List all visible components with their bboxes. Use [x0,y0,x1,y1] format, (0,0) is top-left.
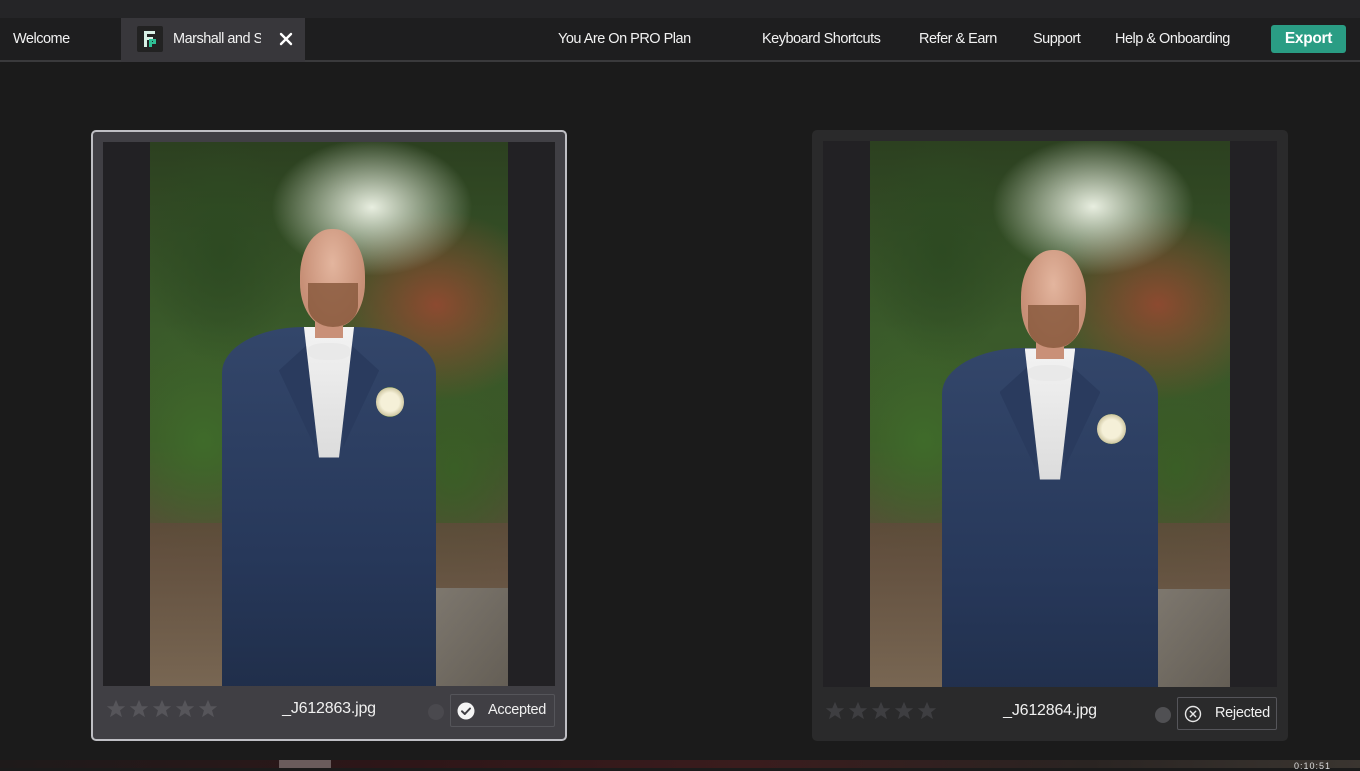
plan-label[interactable]: You Are On PRO Plan [558,18,691,60]
link-help-onboarding[interactable]: Help & Onboarding [1115,18,1230,60]
card-footer: _J612864.jpg Rejected [812,688,1288,741]
timecode: 0:10:51 [1294,761,1332,771]
photo-preview[interactable] [870,141,1230,687]
photo-card-left[interactable]: _J612863.jpg Accepted [91,130,567,741]
filmstrip[interactable] [0,760,1360,768]
window-top-strip [0,0,1360,18]
close-icon[interactable] [275,28,297,50]
image-well [823,141,1277,687]
color-label-dot[interactable] [428,704,444,720]
app-logo-icon [137,26,163,52]
status-label: Rejected [1215,705,1270,721]
x-circle-icon [1184,705,1202,723]
photo-preview[interactable] [150,142,508,686]
link-support[interactable]: Support [1033,18,1081,60]
tab-project-title: Marshall and S [173,31,261,47]
tab-welcome[interactable]: Welcome [13,18,70,60]
link-refer-earn[interactable]: Refer & Earn [919,18,997,60]
export-button[interactable]: Export [1271,25,1346,53]
color-label-dot[interactable] [1155,707,1171,723]
rejected-button[interactable]: Rejected [1177,697,1277,730]
top-navbar: Welcome Marshall and S You Are On PRO Pl… [0,18,1360,62]
photo-card-right[interactable]: _J612864.jpg Rejected [812,130,1288,741]
image-well [103,142,555,686]
tab-project[interactable]: Marshall and S [121,18,305,62]
check-circle-icon [457,702,475,720]
filmstrip-thumbnail[interactable] [279,760,331,768]
accepted-button[interactable]: Accepted [450,694,555,727]
card-footer: _J612863.jpg Accepted [93,686,565,739]
link-keyboard-shortcuts[interactable]: Keyboard Shortcuts [762,18,881,60]
status-label: Accepted [488,702,547,718]
